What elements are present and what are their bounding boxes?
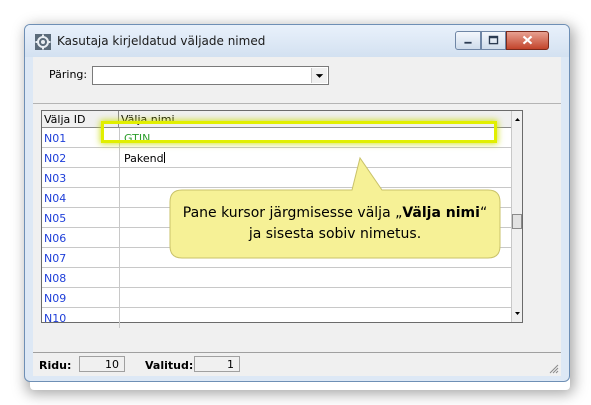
field-id: N01 bbox=[44, 132, 67, 145]
chevron-down-icon bbox=[315, 74, 324, 78]
callout-line-2: ja sisesta sobiv nimetus. bbox=[248, 226, 422, 242]
field-id: N03 bbox=[44, 172, 67, 185]
field-id: N05 bbox=[44, 212, 67, 225]
rows-count: 10 bbox=[79, 356, 125, 372]
query-dropdown[interactable] bbox=[92, 66, 329, 85]
title-bar[interactable]: Kasutaja kirjeldatud väljade nimed bbox=[25, 25, 569, 57]
text-caret bbox=[163, 152, 165, 163]
maximize-icon bbox=[488, 35, 499, 45]
scroll-down-icon[interactable] bbox=[512, 308, 523, 319]
field-id: N04 bbox=[44, 192, 67, 205]
field-id: N02 bbox=[44, 152, 67, 165]
table-row[interactable]: N03 bbox=[42, 168, 513, 188]
callout-bold-field: Välja nimi bbox=[402, 205, 480, 221]
field-id: N07 bbox=[44, 252, 67, 265]
field-id: N10 bbox=[44, 312, 67, 325]
callout-text: Pane kursor järgmisesse välja „Välja nim… bbox=[170, 203, 500, 245]
table-row[interactable]: N09 bbox=[42, 288, 513, 308]
window-title: Kasutaja kirjeldatud väljade nimed bbox=[57, 34, 266, 48]
dropdown-button[interactable] bbox=[311, 68, 327, 83]
active-cell-highlight bbox=[101, 121, 497, 143]
scroll-up-icon[interactable] bbox=[512, 114, 523, 125]
divider bbox=[33, 103, 561, 104]
status-bar: Ridu: 10 Valitud: 1 bbox=[33, 352, 561, 376]
field-id: N09 bbox=[44, 292, 67, 305]
scroll-thumb[interactable] bbox=[512, 214, 522, 229]
table-row[interactable]: N08 bbox=[42, 268, 513, 288]
rows-label: Ridu: bbox=[39, 359, 72, 372]
close-icon bbox=[522, 35, 533, 45]
selected-count: 1 bbox=[194, 356, 240, 372]
field-name-value: Pakend bbox=[124, 152, 164, 165]
field-id: N06 bbox=[44, 232, 67, 245]
table-row[interactable]: N02 Pakend bbox=[42, 148, 513, 168]
field-id: N08 bbox=[44, 272, 67, 285]
minimize-button[interactable] bbox=[455, 31, 481, 50]
close-button[interactable] bbox=[506, 31, 549, 50]
table-row[interactable]: N10 bbox=[42, 308, 513, 328]
field-name-input[interactable]: Pakend bbox=[124, 152, 165, 165]
maximize-button[interactable] bbox=[481, 31, 506, 50]
resize-grip-icon[interactable] bbox=[549, 364, 559, 374]
selected-label: Valitud: bbox=[145, 359, 194, 372]
callout-line-1: Pane kursor järgmisesse välja „Välja nim… bbox=[182, 205, 488, 221]
vertical-scrollbar[interactable] bbox=[511, 111, 522, 322]
query-label: Päring: bbox=[49, 68, 88, 81]
minimize-icon bbox=[464, 41, 472, 44]
gear-cog-icon bbox=[35, 34, 51, 50]
